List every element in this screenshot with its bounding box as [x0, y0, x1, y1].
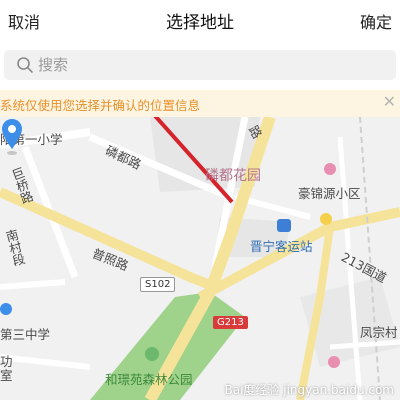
school-icon	[0, 303, 12, 315]
notice-text: 系统仅使用您选择并确认的位置信息	[0, 98, 201, 113]
map-label-haojin: 豪锦源小区	[298, 186, 361, 201]
top-bar: 取消 选择地址 确定	[0, 0, 400, 40]
park-icon	[145, 347, 159, 361]
poi-pink-icon	[328, 356, 340, 368]
road-sign-s102: S102	[140, 277, 176, 292]
close-icon[interactable]: ✕	[383, 92, 396, 111]
map-label-gong: 功室	[0, 354, 13, 383]
map-label-heyuan-park: 和璟苑森林公园	[105, 372, 193, 387]
confirm-button[interactable]: 确定	[360, 9, 392, 33]
search-bar	[0, 40, 400, 90]
map-label-lindu-garden: 磷都花园	[205, 168, 261, 184]
watermark: Bai度经验 jingyan.baidu.com	[224, 383, 394, 397]
poi-yellow-icon	[320, 213, 332, 225]
map-label-jinning-bus: 晋宁客运站	[250, 239, 313, 254]
page-title: 选择地址	[166, 13, 234, 33]
search-input[interactable]	[38, 50, 378, 80]
map-label-fengzong: 凤宗村	[360, 325, 398, 340]
location-pin-icon[interactable]	[0, 117, 24, 157]
search-box[interactable]	[4, 50, 396, 80]
road-sign-g213: G213	[213, 316, 248, 329]
privacy-notice-banner: 系统仅使用您选择并确认的位置信息 ✕	[0, 90, 400, 117]
map-label-school3: 第三中学	[0, 327, 51, 342]
poi-pink-icon	[324, 163, 336, 175]
bus-stop-icon	[277, 219, 291, 232]
map-view[interactable]: 阳第一小学 磷都路 路 磷都花园 豪锦源小区 巨桥路 南村段 普照路 晋宁客运站…	[0, 117, 400, 400]
road-puzhao	[0, 187, 217, 292]
road-white	[0, 279, 66, 290]
search-icon	[17, 57, 33, 73]
